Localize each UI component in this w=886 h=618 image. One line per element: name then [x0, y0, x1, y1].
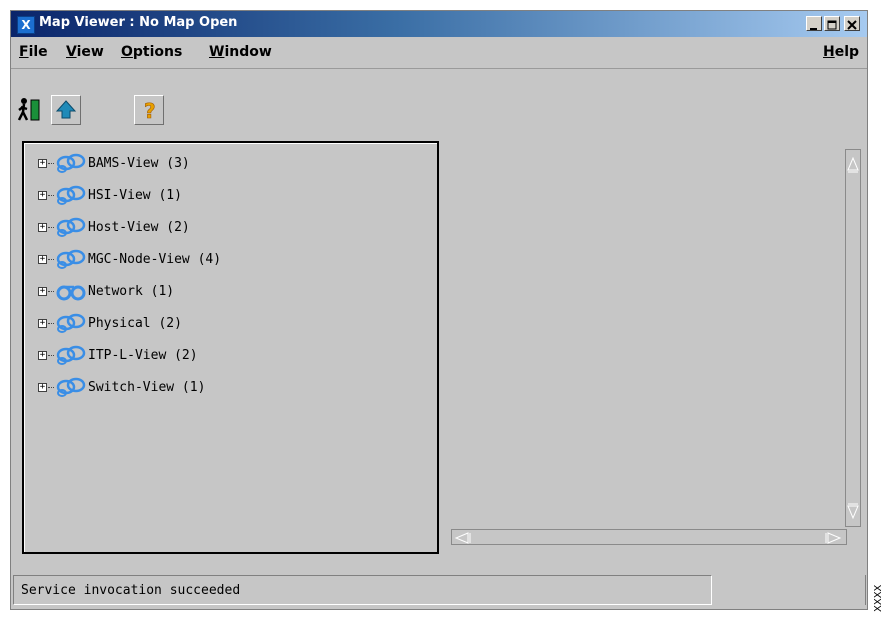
exit-icon — [17, 98, 40, 121]
status-bar: Service invocation succeeded — [11, 571, 869, 609]
close-button[interactable] — [844, 16, 860, 31]
map-tree-panel[interactable]: + BAMS-View (3) + HSI-View (1) + Host-Vi… — [22, 141, 439, 554]
title-bar[interactable]: X Map Viewer : No Map Open — [11, 11, 867, 37]
horizontal-scrollbar[interactable] — [451, 529, 847, 545]
menu-options[interactable]: Options — [121, 44, 182, 60]
vertical-scrollbar-track — [847, 156, 859, 520]
view-group-icon — [56, 345, 86, 365]
expand-icon[interactable]: + — [38, 191, 47, 200]
figure-tag-label: XXXX — [873, 584, 884, 612]
up-arrow-icon — [55, 100, 77, 119]
tree-node-label: Network (1) — [88, 284, 175, 299]
menu-help-rest: elp — [834, 44, 860, 60]
up-level-button[interactable] — [51, 95, 81, 125]
expand-icon[interactable]: + — [38, 223, 47, 232]
menu-file-mnemonic: F — [19, 44, 29, 60]
maximize-button[interactable] — [824, 16, 840, 31]
expand-icon[interactable]: + — [38, 159, 47, 168]
tree-node-label: MGC-Node-View (4) — [88, 252, 222, 267]
minimize-icon — [810, 28, 817, 30]
minimize-button[interactable] — [806, 16, 822, 31]
horizontal-scrollbar-track — [454, 532, 842, 544]
expand-icon[interactable]: + — [38, 351, 47, 360]
menu-view[interactable]: View — [66, 44, 104, 60]
svg-text:?: ? — [144, 99, 156, 123]
menu-bar: File View Options Window Help — [11, 38, 867, 69]
menu-view-rest: iew — [76, 44, 104, 60]
status-message: Service invocation succeeded — [21, 583, 241, 598]
figure-tag: XXXX — [870, 578, 884, 614]
app-icon: X — [17, 16, 35, 34]
expand-icon[interactable]: + — [38, 255, 47, 264]
toolbar: ? — [11, 69, 867, 133]
tree-node-label: HSI-View (1) — [88, 188, 182, 203]
maximize-icon — [827, 20, 837, 30]
tree-node-label: Host-View (2) — [88, 220, 190, 235]
figure-tag-text: XXXX — [873, 584, 884, 612]
menu-help-mnemonic: H — [823, 44, 835, 60]
view-group-icon — [56, 217, 86, 237]
exit-button[interactable] — [15, 94, 45, 124]
network-icon — [56, 285, 86, 301]
menu-window[interactable]: Window — [209, 44, 272, 60]
tree-node-label: BAMS-View (3) — [88, 156, 190, 171]
tree-node-label: Physical (2) — [88, 316, 182, 331]
menu-window-mnemonic: W — [209, 44, 225, 60]
help-icon: ? — [144, 99, 156, 124]
expand-icon[interactable]: + — [38, 383, 47, 392]
tree-node-label: Switch-View (1) — [88, 380, 206, 395]
view-group-icon — [56, 377, 86, 397]
status-bar-grip — [865, 575, 869, 605]
menu-file[interactable]: File — [19, 44, 48, 60]
close-icon — [847, 20, 857, 30]
expand-icon[interactable]: + — [38, 319, 47, 328]
expand-icon[interactable]: + — [38, 287, 47, 296]
menu-options-rest: ptions — [132, 44, 183, 60]
view-group-icon — [56, 185, 86, 205]
vertical-scrollbar[interactable] — [845, 149, 861, 527]
menu-window-rest: indow — [224, 44, 272, 60]
map-canvas[interactable] — [443, 141, 861, 554]
tree-node-label: ITP-L-View (2) — [88, 348, 198, 363]
view-group-icon — [56, 249, 86, 269]
help-button[interactable]: ? — [134, 95, 164, 125]
view-group-icon — [56, 313, 86, 333]
menu-view-mnemonic: V — [66, 44, 77, 60]
map-viewer-window: X Map Viewer : No Map Open File View Opt… — [10, 10, 869, 610]
window-title: Map Viewer : No Map Open — [39, 15, 238, 30]
status-message-field: Service invocation succeeded — [13, 575, 712, 605]
view-group-icon — [56, 153, 86, 173]
menu-help[interactable]: Help — [823, 44, 859, 60]
menu-options-mnemonic: O — [121, 44, 133, 60]
menu-file-rest: ile — [28, 44, 48, 60]
